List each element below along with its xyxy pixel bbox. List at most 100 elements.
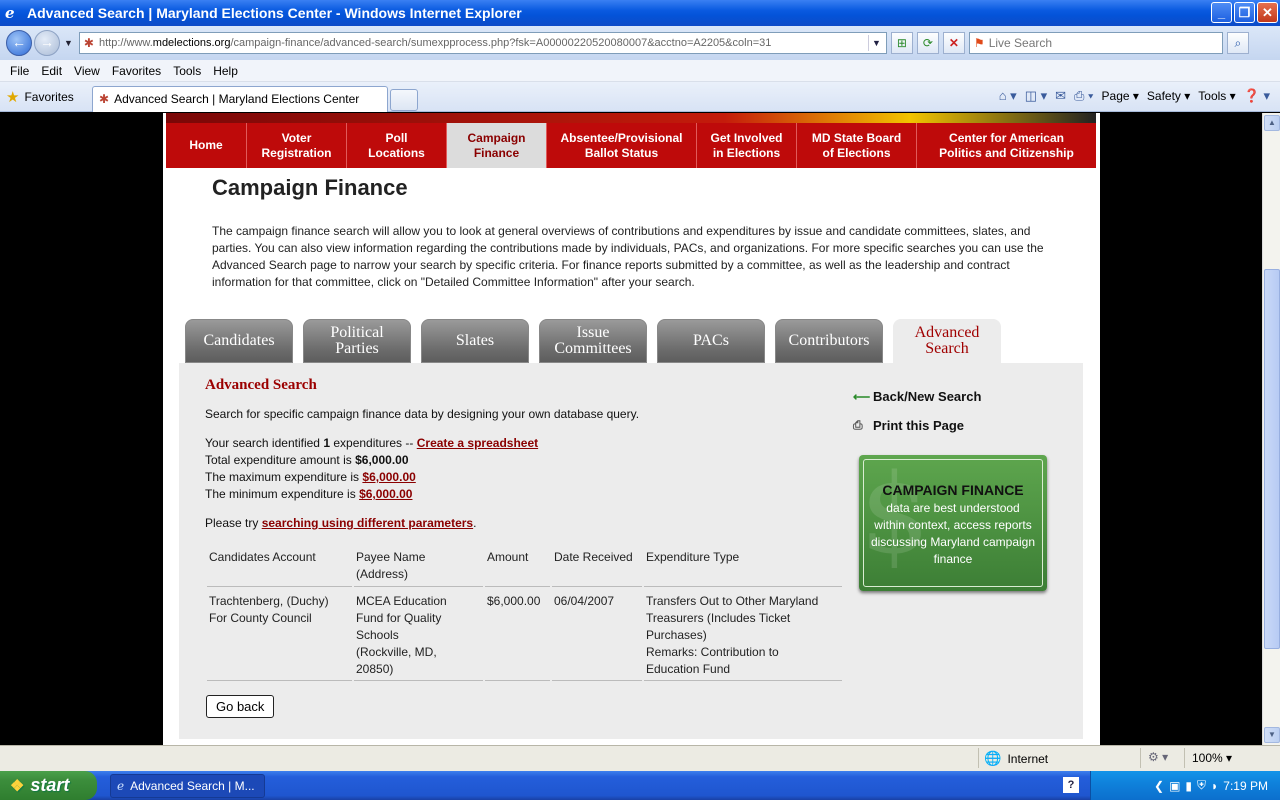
- help-tray-icon[interactable]: ?: [1063, 777, 1079, 793]
- forward-arrow-icon[interactable]: →: [34, 30, 60, 56]
- tab-contributors[interactable]: Contributors: [775, 319, 883, 363]
- nav-get-involved[interactable]: Get Involved in Elections: [697, 123, 797, 168]
- min-expenditure-link[interactable]: $6,000.00: [359, 487, 412, 501]
- site-favicon-icon: ✱: [83, 36, 94, 50]
- signal-icon[interactable]: ▮: [1185, 779, 1192, 793]
- nav-absentee-provisional[interactable]: Absentee/Provisional Ballot Status: [547, 123, 697, 168]
- go-back-button[interactable]: Go back: [206, 695, 275, 718]
- mail-icon[interactable]: ✉: [1055, 88, 1066, 104]
- url-path: /campaign-finance/advanced-search/sumexp…: [230, 37, 772, 49]
- print-icon[interactable]: ⎙ ▾: [1074, 88, 1093, 104]
- different-parameters-link[interactable]: searching using different parameters: [262, 516, 473, 530]
- nav-md-state-board[interactable]: MD State Board of Elections: [797, 123, 917, 168]
- tab-political-parties[interactable]: Political Parties: [303, 319, 411, 363]
- search-placeholder: Live Search: [988, 36, 1053, 50]
- expenditure-table: Candidates Account Payee Name (Address) …: [205, 549, 844, 681]
- search-description: Search for specific campaign finance dat…: [205, 407, 640, 421]
- scroll-down-icon[interactable]: ▼: [1264, 727, 1280, 743]
- column-header-candidates-account: Candidates Account: [207, 549, 352, 587]
- windows-flag-icon: ❖: [10, 777, 25, 795]
- nav-voter-registration[interactable]: Voter Registration: [247, 123, 347, 168]
- home-icon[interactable]: ⌂ ▾: [999, 88, 1017, 104]
- minimize-button[interactable]: _: [1211, 2, 1232, 23]
- cell-payee: MCEA Education Fund for Quality Schools …: [354, 587, 483, 681]
- menu-file[interactable]: File: [4, 64, 35, 78]
- restore-button[interactable]: ❐: [1234, 2, 1255, 23]
- menu-help[interactable]: Help: [207, 64, 244, 78]
- address-bar[interactable]: ✱ http://www. mdelections.org/campaign-fi…: [78, 32, 887, 54]
- cell-candidates-account: Trachtenberg, (Duchy) For County Council: [207, 587, 352, 681]
- menu-tools[interactable]: Tools: [167, 64, 207, 78]
- nav-poll-locations[interactable]: Poll Locations: [347, 123, 447, 168]
- tools-menu[interactable]: Tools ▾: [1198, 89, 1235, 103]
- window-title: Advanced Search | Maryland Elections Cen…: [27, 5, 522, 21]
- nav-campaign-finance[interactable]: Campaign Finance: [447, 123, 547, 168]
- promo-text: data are best understood within context,…: [870, 501, 1036, 566]
- intro-paragraph: The campaign finance search will allow y…: [212, 224, 1044, 289]
- menu-edit[interactable]: Edit: [35, 64, 68, 78]
- address-dropdown-icon[interactable]: ▼: [867, 35, 884, 51]
- scroll-thumb[interactable]: [1264, 269, 1280, 649]
- windows-live-icon: ⚑: [973, 36, 985, 50]
- compatibility-icon[interactable]: ⊞: [890, 32, 913, 54]
- safety-menu[interactable]: Safety ▾: [1147, 89, 1190, 103]
- refresh-icon[interactable]: ⟳: [916, 32, 939, 54]
- tab-issue-committees[interactable]: Issue Committees: [539, 319, 647, 363]
- live-search-input[interactable]: ⚑ Live Search: [968, 32, 1223, 54]
- feeds-icon[interactable]: ◫ ▾: [1025, 88, 1047, 104]
- browser-viewport: Home Voter Registration Poll Locations C…: [0, 113, 1262, 745]
- back-arrow-icon[interactable]: ←: [6, 30, 32, 56]
- nav-home[interactable]: Home: [166, 123, 247, 168]
- max-expenditure-link[interactable]: $6,000.00: [362, 470, 415, 484]
- protected-mode-icon[interactable]: ⚙ ▾: [1148, 750, 1168, 764]
- star-icon: ★: [6, 88, 20, 106]
- print-page-link[interactable]: ⎙ Print this Page: [853, 418, 981, 433]
- table-header-row: Candidates Account Payee Name (Address) …: [207, 549, 842, 587]
- tab-candidates[interactable]: Candidates: [185, 319, 293, 363]
- ie-icon: e: [117, 779, 125, 793]
- favorites-button[interactable]: ★ Favorites: [0, 88, 88, 106]
- column-header-expenditure-type: Expenditure Type: [644, 549, 842, 587]
- header-banner-strip: [166, 113, 1096, 123]
- back-new-search-link[interactable]: ⟵ Back/New Search: [853, 389, 981, 404]
- column-header-date: Date Received: [552, 549, 642, 587]
- page-menu[interactable]: Page ▾: [1102, 89, 1139, 103]
- tray-expand-icon[interactable]: ❮: [1154, 779, 1164, 793]
- volume-icon[interactable]: ◗: [1211, 779, 1218, 793]
- nav-center-american-politics[interactable]: Center for American Politics and Citizen…: [917, 123, 1096, 168]
- max-expenditure: The maximum expenditure is $6,000.00: [205, 470, 416, 484]
- network-icon[interactable]: ▣: [1169, 779, 1180, 793]
- tab-pacs[interactable]: PACs: [657, 319, 765, 363]
- menu-view[interactable]: View: [68, 64, 106, 78]
- tab-slates[interactable]: Slates: [421, 319, 529, 363]
- search-result-summary: Your search identified 1 expenditures --…: [205, 436, 539, 450]
- new-tab-button[interactable]: [390, 88, 418, 111]
- min-expenditure: The minimum expenditure is $6,000.00: [205, 487, 413, 501]
- search-icon[interactable]: ⌕: [1226, 32, 1249, 54]
- shield-icon[interactable]: ⛨: [1197, 778, 1206, 793]
- taskbar-ie-window[interactable]: e Advanced Search | M...: [110, 774, 265, 798]
- cell-date: 06/04/2007: [552, 587, 642, 681]
- close-button[interactable]: ✕: [1257, 2, 1278, 23]
- scroll-up-icon[interactable]: ▲: [1264, 115, 1280, 131]
- vertical-scrollbar[interactable]: ▲ ▼: [1262, 113, 1280, 745]
- help-icon[interactable]: ❓ ▾: [1244, 88, 1270, 104]
- browser-tab[interactable]: ✱ Advanced Search | Maryland Elections C…: [92, 85, 388, 112]
- tab-advanced-search[interactable]: Advanced Search: [893, 319, 1001, 363]
- security-zone: 🌐 Internet: [984, 750, 1049, 766]
- menu-favorites[interactable]: Favorites: [106, 64, 167, 78]
- back-arrow-icon: ⟵: [853, 389, 871, 404]
- result-count: 1: [323, 436, 330, 450]
- tab-bar: ★ Favorites ✱ Advanced Search | Maryland…: [0, 82, 1280, 112]
- create-spreadsheet-link[interactable]: Create a spreadsheet: [417, 436, 538, 450]
- browser-tab-title: Advanced Search | Maryland Elections Cen…: [114, 92, 360, 106]
- address-toolbar: ← → ▼ ✱ http://www. mdelections.org/campa…: [0, 26, 1280, 60]
- start-button[interactable]: ❖ start: [0, 771, 97, 800]
- campaign-finance-promo[interactable]: $ CAMPAIGN FINANCE data are best underst…: [859, 455, 1047, 591]
- ie-logo-icon: e: [5, 4, 15, 22]
- printer-icon: ⎙: [853, 418, 863, 432]
- zoom-level[interactable]: 100% ▾: [1192, 751, 1232, 765]
- windows-taskbar: ❖ start e Advanced Search | M... ? ❮ ▣ ▮…: [0, 771, 1280, 800]
- stop-icon[interactable]: ✕: [942, 32, 965, 54]
- recent-pages-dropdown[interactable]: ▼: [64, 38, 73, 48]
